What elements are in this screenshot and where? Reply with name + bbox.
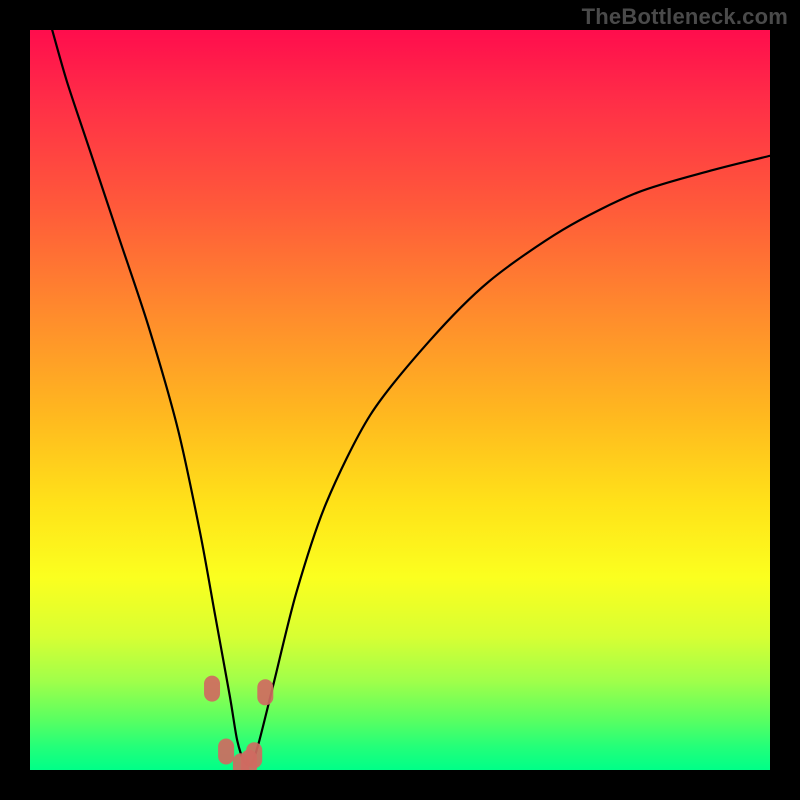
curve-layer: [30, 30, 770, 770]
plot-area: [30, 30, 770, 770]
curve-marker: [233, 753, 249, 770]
curve-marker: [246, 742, 262, 768]
watermark-text: TheBottleneck.com: [582, 4, 788, 30]
curve-marker: [241, 750, 257, 770]
curve-marker: [218, 739, 234, 765]
bottleneck-curve: [52, 30, 770, 765]
curve-marker: [204, 676, 220, 702]
curve-marker: [257, 679, 273, 705]
chart-frame: TheBottleneck.com: [0, 0, 800, 800]
